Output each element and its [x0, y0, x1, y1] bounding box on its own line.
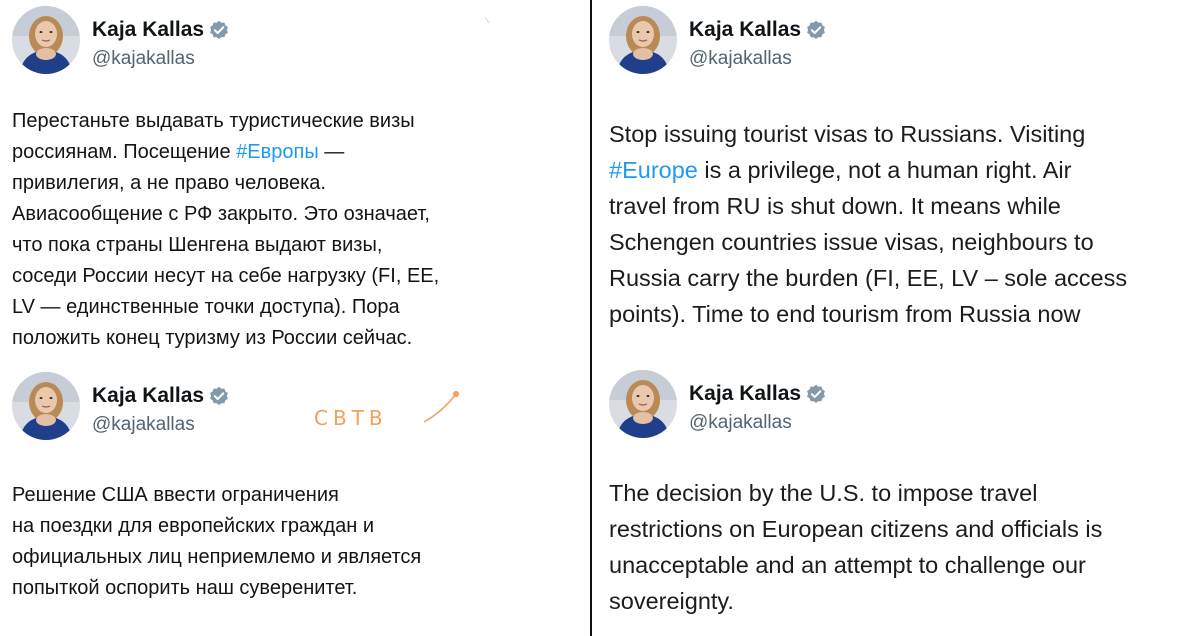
- tweet-header: Kaja Kallas @kajakallas: [12, 372, 582, 442]
- tweet-line-text: что пока страны Шенгена выдают визы,: [12, 234, 383, 256]
- tweet-line-text: sovereignty.: [609, 588, 734, 614]
- tweet-line-text: travel from RU is shut down. It means wh…: [609, 193, 1061, 219]
- tweet-en-us-restrictions: Kaja Kallas @kajakallas The decision by …: [609, 370, 1189, 614]
- tweet-line-text: россиянам. Посещение: [12, 141, 237, 163]
- verified-badge-icon: [209, 386, 229, 406]
- hashtag-link[interactable]: #Europe: [609, 157, 698, 183]
- author-name[interactable]: Kaja Kallas: [92, 384, 204, 408]
- tweet-line-text: Авиасообщение с РФ закрыто. Это означает…: [12, 203, 430, 225]
- verified-badge-icon: [806, 384, 826, 404]
- author-handle[interactable]: @kajakallas: [92, 414, 195, 436]
- tweet-line: Решение США ввести ограничения: [12, 480, 582, 511]
- tweet-line-text: points). Time to end tourism from Russia…: [609, 301, 1081, 327]
- tweet-line: попыткой оспорить наш суверенитет.: [12, 573, 582, 604]
- avatar[interactable]: [609, 370, 677, 438]
- tweet-line: что пока страны Шенгена выдают визы,: [12, 230, 582, 261]
- tweet-text: Перестаньте выдавать туристические визы р…: [12, 106, 582, 354]
- tweet-line: Russia carry the burden (FI, EE, LV – so…: [609, 260, 1189, 296]
- tweet-line-text: соседи России несут на себе нагрузку (FI…: [12, 265, 440, 287]
- tweet-line: sovereignty.: [609, 583, 1189, 619]
- tweet-text: The decision by the U.S. to impose trave…: [609, 475, 1189, 619]
- tweet-line-text: Schengen countries issue visas, neighbou…: [609, 229, 1094, 255]
- watermark-logo: СВТВ: [312, 388, 462, 438]
- hashtag-link[interactable]: #Европы: [236, 141, 319, 163]
- tweet-ru-visas: Kaja Kallas @kajakallas Перестаньте выда…: [12, 6, 582, 349]
- author-handle[interactable]: @kajakallas: [689, 48, 792, 70]
- tweet-line: Перестаньте выдавать туристические визы: [12, 106, 582, 137]
- tweet-line: unacceptable and an attempt to challenge…: [609, 547, 1189, 583]
- tweet-en-visas: Kaja Kallas @kajakallas Stop issuing tou…: [609, 6, 1189, 327]
- author-handle[interactable]: @kajakallas: [689, 412, 792, 434]
- tweet-line: соседи России несут на себе нагрузку (FI…: [12, 261, 582, 292]
- tweet-header: Kaja Kallas @kajakallas: [609, 370, 1189, 440]
- tweet-text: Решение США ввести ограничения на поездки…: [12, 480, 582, 604]
- tweet-ru-us-restrictions: Kaja Kallas @kajakallas Решение США ввес…: [12, 372, 582, 599]
- panel-divider: [590, 0, 592, 636]
- tweet-line-text: привилегия, а не право человека.: [12, 172, 326, 194]
- avatar[interactable]: [12, 372, 80, 440]
- tweet-line: официальных лиц неприемлемо и является: [12, 542, 582, 573]
- tweet-line: Schengen countries issue visas, neighbou…: [609, 224, 1189, 260]
- tweet-line-text: The decision by the U.S. to impose trave…: [609, 480, 1038, 506]
- tweet-line: Авиасообщение с РФ закрыто. Это означает…: [12, 199, 582, 230]
- author-name[interactable]: Kaja Kallas: [689, 382, 801, 406]
- tweet-line: на поездки для европейских граждан и: [12, 511, 582, 542]
- tweet-header: Kaja Kallas @kajakallas: [609, 6, 1189, 76]
- tweet-line: Stop issuing tourist visas to Russians. …: [609, 116, 1189, 152]
- verified-badge-icon: [806, 20, 826, 40]
- tweet-line-text: Решение США ввести ограничения: [12, 484, 339, 506]
- tweet-line: #Europe is a privilege, not a human righ…: [609, 152, 1189, 188]
- tweet-line-text: Russia carry the burden (FI, EE, LV – so…: [609, 265, 1128, 291]
- sparkle-icon: [484, 16, 490, 24]
- tweet-line: LV — единственные точки доступа). Пора: [12, 292, 582, 323]
- tweet-line-text: LV — единственные точки доступа). Пора: [12, 296, 400, 318]
- tweet-line: travel from RU is shut down. It means wh…: [609, 188, 1189, 224]
- tweet-line: привилегия, а не право человека.: [12, 168, 582, 199]
- avatar[interactable]: [12, 6, 80, 74]
- tweet-line: россиянам. Посещение #Европы —: [12, 137, 582, 168]
- tweet-header: Kaja Kallas @kajakallas: [12, 6, 582, 76]
- tweet-line: points). Time to end tourism from Russia…: [609, 296, 1189, 332]
- tweet-line-text: Stop issuing tourist visas to Russians. …: [609, 121, 1086, 147]
- tweet-line: The decision by the U.S. to impose trave…: [609, 475, 1189, 511]
- tweet-line-text: restrictions on European citizens and of…: [609, 516, 1103, 542]
- tweet-line-text: положить конец туризму из России сейчас.: [12, 327, 413, 349]
- author-name[interactable]: Kaja Kallas: [689, 18, 801, 42]
- tweet-line: restrictions on European citizens and of…: [609, 511, 1189, 547]
- tweet-line: положить конец туризму из России сейчас.: [12, 323, 582, 354]
- tweet-line-text: на поездки для европейских граждан и: [12, 515, 375, 537]
- avatar[interactable]: [609, 6, 677, 74]
- tweet-line-text: попыткой оспорить наш суверенитет.: [12, 577, 358, 599]
- author-handle[interactable]: @kajakallas: [92, 48, 195, 70]
- tweet-line-text: unacceptable and an attempt to challenge…: [609, 552, 1086, 578]
- author-name[interactable]: Kaja Kallas: [92, 18, 204, 42]
- verified-badge-icon: [209, 20, 229, 40]
- tweet-line-text: —: [318, 141, 345, 163]
- tweet-text: Stop issuing tourist visas to Russians. …: [609, 116, 1189, 332]
- tweet-line-text: Перестаньте выдавать туристические визы: [12, 110, 415, 132]
- tweet-line-text: is a privilege, not a human right. Air: [697, 157, 1072, 183]
- tweet-line-text: официальных лиц неприемлемо и является: [12, 546, 422, 568]
